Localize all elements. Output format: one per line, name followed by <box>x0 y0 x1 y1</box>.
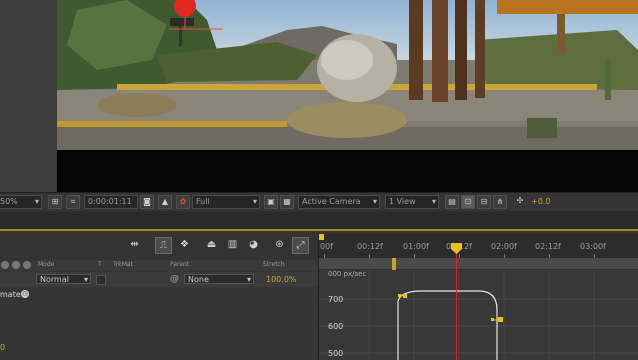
keyframe-handle[interactable] <box>398 294 401 297</box>
stopwatch-icon[interactable]: ◷ <box>21 290 29 298</box>
letterbox-area <box>57 150 638 192</box>
stretch-value[interactable]: 100.0% <box>266 275 297 284</box>
t-column-header: T <box>98 261 102 268</box>
comp-start-marker <box>319 234 324 240</box>
video-switch-icon[interactable] <box>1 261 9 269</box>
preserve-transparency-checkbox[interactable] <box>96 275 106 285</box>
viewer-gutter <box>0 0 57 192</box>
composition-frame[interactable] <box>57 0 638 150</box>
parent-value: None <box>188 275 209 284</box>
parent-dropdown[interactable]: None ▾ <box>184 274 254 284</box>
keyframe-handle[interactable] <box>403 294 407 298</box>
stretch-column-header: Stretch <box>263 261 285 268</box>
pick-whip-icon[interactable]: @ <box>170 274 180 284</box>
hide-shy-layers-icon[interactable]: ❖ <box>177 237 192 252</box>
layer-column-headers: Mode T TrkMat Parent Stretch <box>0 260 319 271</box>
desert-scene-image <box>57 0 638 150</box>
current-time-field[interactable]: 0:00:01:11 <box>84 195 138 209</box>
draft-3d-icon[interactable]: ⎍ <box>155 237 172 254</box>
camera-view-value: Active Camera <box>302 197 361 206</box>
view-layout-value: 1 View <box>389 197 416 206</box>
ruler-label-5: 02:12f <box>535 242 561 251</box>
magnification-dropdown[interactable]: 50% <box>0 195 42 209</box>
mode-column-header: Mode <box>38 261 55 268</box>
audio-switch-icon[interactable] <box>12 261 20 269</box>
chevron-down-icon: ▾ <box>83 275 88 284</box>
panel-divider <box>0 211 638 229</box>
brainstorm-icon[interactable]: ◕ <box>246 237 261 252</box>
property-label: mate <box>0 290 21 299</box>
composition-mini-flowchart-icon[interactable]: ⇹ <box>127 237 142 252</box>
resolution-value: Full <box>196 197 210 206</box>
resolution-dropdown[interactable]: Full <box>192 195 260 209</box>
show-snapshot-icon[interactable]: ▲ <box>158 195 172 209</box>
keyframe-handle[interactable] <box>491 318 494 321</box>
parent-column-header: Parent <box>170 261 190 268</box>
toggle-pixel-aspect-icon[interactable]: ▤ <box>445 195 459 209</box>
ruler-label-1: 00:12f <box>357 242 383 251</box>
region-of-interest-icon[interactable]: ▣ <box>264 195 278 209</box>
keyframe-handle[interactable] <box>498 317 503 322</box>
current-time-indicator-line[interactable] <box>456 243 457 360</box>
graph-editor-icon[interactable]: ⤢ <box>292 237 309 254</box>
safe-zones-icon[interactable]: ⊞ <box>48 195 62 209</box>
graph-editor[interactable]: 000 px/sec 700 600 500 <box>319 270 638 360</box>
velocity-curve[interactable] <box>319 270 638 360</box>
view-layout-dropdown[interactable]: 1 View <box>385 195 439 209</box>
reset-exposure-icon[interactable]: ✣ <box>514 195 526 207</box>
blend-mode-dropdown[interactable]: Normal ▾ <box>36 274 91 284</box>
work-area-bar[interactable] <box>319 258 638 269</box>
work-area-start-handle[interactable] <box>392 258 396 270</box>
timeline-icon[interactable]: ⊟ <box>477 195 491 209</box>
current-time-indicator[interactable] <box>451 243 462 254</box>
panel-footer-value: 0 <box>0 343 6 352</box>
ruler-label-6: 03:00f <box>580 242 606 251</box>
auto-keyframe-icon[interactable]: ⊛ <box>272 237 287 252</box>
motion-blur-icon[interactable]: ▥ <box>225 237 240 252</box>
viewer-toolbar: 50% ⊞ ⌗ 0:00:01:11 ◙ ▲ ✿ Full ▣ ▦ Active… <box>0 192 638 212</box>
trkmat-column-header: TrkMat <box>113 261 133 268</box>
time-ruler[interactable]: 00f 00:12f 01:00f 01:12f 02:00f 02:12f 0… <box>319 234 638 258</box>
channel-icon[interactable]: ✿ <box>176 195 190 209</box>
magnification-value: 50% <box>0 197 18 206</box>
solo-switch-icon[interactable] <box>23 261 31 269</box>
ruler-label-4: 02:00f <box>491 242 517 251</box>
mask-visibility-icon[interactable]: ⌗ <box>66 195 80 209</box>
flowchart-icon[interactable]: ⋔ <box>493 195 507 209</box>
fast-previews-icon[interactable]: ⊡ <box>461 195 475 209</box>
frame-blending-icon[interactable]: ⏏ <box>204 237 219 252</box>
ruler-label-0: 00f <box>320 242 333 251</box>
transparency-grid-icon[interactable]: ▦ <box>280 195 294 209</box>
snapshot-icon[interactable]: ◙ <box>140 195 154 209</box>
blend-mode-value: Normal <box>40 275 69 284</box>
current-time-value: 0:00:01:11 <box>88 197 132 206</box>
ruler-label-2: 01:00f <box>403 242 429 251</box>
chevron-down-icon: ▾ <box>246 275 251 284</box>
exposure-value[interactable]: +0.0 <box>531 197 550 206</box>
camera-view-dropdown[interactable]: Active Camera <box>298 195 380 209</box>
